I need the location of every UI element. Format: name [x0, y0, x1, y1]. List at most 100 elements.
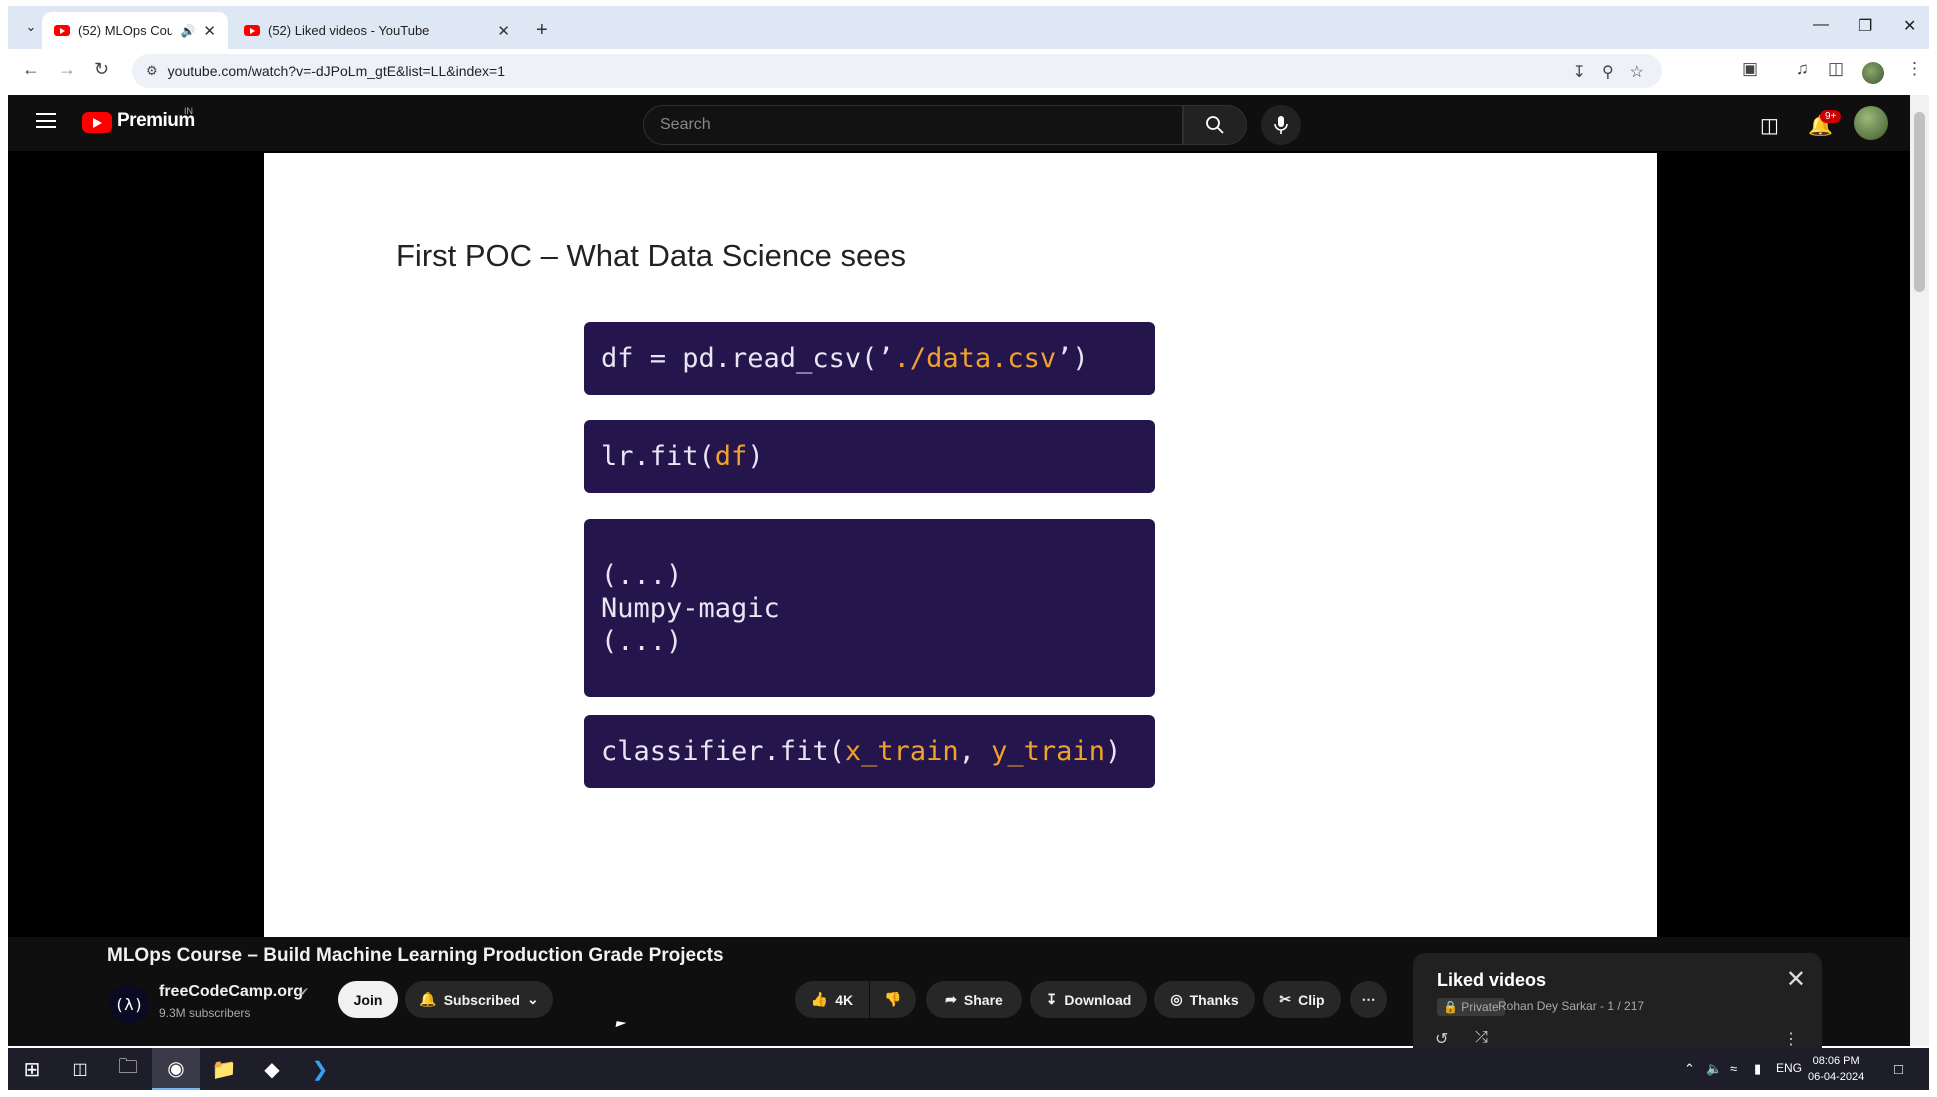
chrome-menu-icon[interactable]: ⋮: [1906, 59, 1923, 79]
code-block-lr-fit: lr.fit(df): [584, 420, 1155, 493]
privacy-label: Private: [1461, 1000, 1499, 1014]
zoom-icon[interactable]: ⚲: [1602, 62, 1614, 82]
search-input[interactable]: [660, 116, 1182, 134]
clock-time: 08:06 PM: [1812, 1055, 1860, 1067]
code-highlight: x_train: [844, 736, 959, 767]
tab-search-icon[interactable]: ⌄: [18, 14, 44, 40]
channel-avatar[interactable]: (λ): [109, 984, 149, 1024]
menu-icon[interactable]: [36, 113, 56, 128]
battery-icon[interactable]: ▮: [1754, 1061, 1761, 1077]
playlist-title[interactable]: Liked videos: [1437, 970, 1546, 991]
system-clock[interactable]: 08:06 PM 06-04-2024: [1808, 1053, 1864, 1085]
clip-button[interactable]: ✂ Clip: [1263, 981, 1341, 1018]
media-controls-icon[interactable]: ♫: [1796, 59, 1809, 79]
windows-taskbar: ⊞ ◫ 🗀 ◉ 📁 ◆ ❯ ⌃ 🔈 ≈ ▮ ENG 08:06 PM 06-04…: [8, 1048, 1929, 1090]
install-app-icon[interactable]: ↧: [1573, 62, 1586, 82]
code-text: df = pd.read_csv(’: [601, 343, 894, 374]
address-bar[interactable]: ⚙ youtube.com/watch?v=-dJPoLm_gtE&list=L…: [132, 54, 1662, 88]
audio-playing-icon[interactable]: 🔊: [180, 24, 195, 38]
forward-button[interactable]: →: [58, 59, 76, 80]
tab-label: (52) Liked videos - YouTube: [268, 23, 430, 38]
notification-count-badge: 9+: [1820, 110, 1842, 123]
chrome-taskbar-icon[interactable]: ◉: [152, 1048, 200, 1090]
reload-button[interactable]: ↻: [94, 59, 109, 80]
playlist-panel: Liked videos 🔒 Private Rohan Dey Sarkar …: [1413, 953, 1822, 1048]
chevron-down-icon: ⌄: [526, 991, 539, 1007]
tab-liked-videos[interactable]: (52) Liked videos - YouTube ✕: [232, 12, 522, 49]
language-indicator[interactable]: ENG: [1776, 1061, 1802, 1075]
extensions-icon[interactable]: ▣: [1742, 59, 1758, 79]
thanks-button[interactable]: ◎ Thanks: [1154, 981, 1255, 1018]
code-block-classifier-fit: classifier.fit(x_train, y_train): [584, 715, 1155, 788]
clock-date: 06-04-2024: [1808, 1071, 1865, 1083]
code-text: ): [747, 441, 764, 472]
scissors-icon: ✂: [1279, 991, 1292, 1007]
git-taskbar-icon[interactable]: ◆: [248, 1048, 296, 1090]
search-box: [643, 105, 1183, 145]
browser-tab-strip: ⌄ (52) MLOps Course – Build 🔊 ✕ (52) Lik…: [8, 6, 1929, 49]
playlist-menu-icon[interactable]: ⋮: [1783, 1029, 1799, 1049]
like-button[interactable]: 👍 4K: [795, 981, 869, 1018]
code-line: Numpy-magic: [601, 592, 780, 624]
super-thanks-icon: ◎: [1170, 991, 1183, 1007]
microphone-icon: [1274, 116, 1288, 134]
restore-button[interactable]: ❐: [1858, 16, 1872, 36]
new-tab-button[interactable]: +: [536, 19, 548, 42]
video-info: MLOps Course – Build Machine Learning Pr…: [8, 937, 1918, 1048]
share-button[interactable]: ➦ Share: [926, 981, 1022, 1018]
code-highlight: ./data.csv: [893, 343, 1057, 374]
bookmark-star-icon[interactable]: ☆: [1630, 62, 1644, 82]
file-explorer-pinned-icon[interactable]: 🗀: [104, 1048, 152, 1090]
back-button[interactable]: ←: [22, 59, 40, 80]
close-tab-icon[interactable]: ✕: [497, 22, 510, 40]
page-scrollbar[interactable]: [1910, 95, 1929, 1046]
voice-search-button[interactable]: [1261, 105, 1301, 145]
bell-icon: 🔔: [419, 991, 437, 1007]
youtube-favicon-icon: [244, 25, 260, 36]
tab-mlops-course[interactable]: (52) MLOps Course – Build 🔊 ✕: [42, 12, 228, 49]
close-tab-icon[interactable]: ✕: [203, 22, 216, 40]
browser-toolbar: ← → ↻ ⚙ youtube.com/watch?v=-dJPoLm_gtE&…: [8, 49, 1929, 94]
join-label: Join: [353, 991, 383, 1008]
side-panel-icon[interactable]: ◫: [1828, 59, 1844, 79]
create-video-icon[interactable]: ◫: [1760, 113, 1779, 138]
browser-profile-avatar[interactable]: [1862, 62, 1884, 84]
more-horizontal-icon: ⋯: [1361, 991, 1376, 1007]
more-actions-button[interactable]: ⋯: [1350, 981, 1387, 1018]
tray-overflow-icon[interactable]: ⌃: [1684, 1061, 1695, 1077]
playlist-owner-position: Rohan Dey Sarkar - 1 / 217: [1498, 999, 1645, 1013]
site-info-icon[interactable]: ⚙: [146, 63, 158, 79]
wifi-icon[interactable]: ≈: [1730, 1061, 1737, 1076]
join-button[interactable]: Join: [338, 981, 398, 1018]
scrollbar-thumb[interactable]: [1914, 112, 1925, 292]
account-avatar[interactable]: [1854, 106, 1888, 140]
subscribed-button[interactable]: 🔔 Subscribed ⌄: [405, 981, 553, 1018]
youtube-header: Premium IN ◫ 🔔 9+: [8, 95, 1918, 151]
download-button[interactable]: ↧ Download: [1030, 981, 1147, 1018]
privacy-badge: 🔒 Private: [1437, 998, 1505, 1016]
folder-taskbar-icon[interactable]: 📁: [200, 1048, 248, 1090]
close-playlist-icon[interactable]: ✕: [1786, 965, 1806, 994]
thumbs-up-icon: 👍: [810, 991, 829, 1007]
action-center-icon[interactable]: □: [1894, 1061, 1903, 1078]
minimize-button[interactable]: —: [1813, 16, 1829, 34]
volume-icon[interactable]: 🔈: [1706, 1061, 1722, 1077]
loop-icon[interactable]: ↺: [1435, 1029, 1448, 1049]
shuffle-icon[interactable]: ⤮: [1475, 1029, 1488, 1047]
video-player[interactable]: First POC – What Data Science sees df = …: [264, 153, 1657, 937]
youtube-logo-icon[interactable]: [82, 112, 112, 133]
video-title: MLOps Course – Build Machine Learning Pr…: [107, 945, 724, 966]
region-code: IN: [184, 106, 193, 116]
start-button-icon[interactable]: ⊞: [8, 1048, 56, 1090]
vscode-taskbar-icon[interactable]: ❯: [296, 1048, 344, 1090]
dislike-button[interactable]: 👎: [870, 981, 916, 1018]
like-count: 4K: [835, 991, 854, 1008]
code-highlight: df: [714, 441, 748, 472]
search-button[interactable]: [1183, 105, 1247, 145]
task-view-icon[interactable]: ◫: [56, 1048, 104, 1090]
code-line: (...): [601, 559, 683, 591]
channel-name[interactable]: freeCodeCamp.org: [159, 983, 303, 1001]
code-line: (...): [601, 625, 683, 657]
close-window-button[interactable]: ✕: [1903, 16, 1916, 36]
share-label: Share: [963, 991, 1003, 1008]
